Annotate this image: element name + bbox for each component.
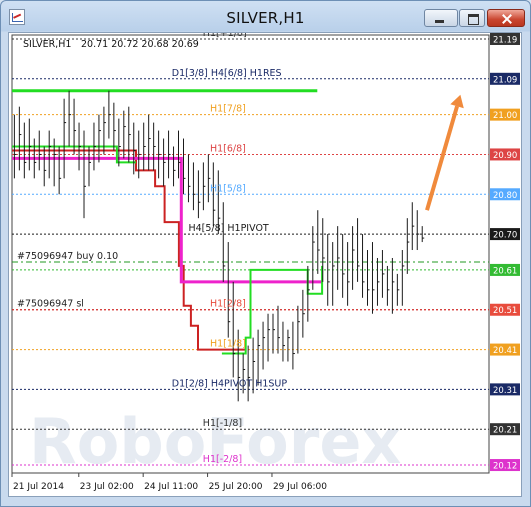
price-axis-label: 20.12 <box>493 462 517 472</box>
x-tick-label: 24 Jul 11:00 <box>144 482 198 492</box>
price-axis-label: 20.80 <box>493 191 517 201</box>
x-tick-label: 21 Jul 2014 <box>13 482 64 492</box>
level-label: H1[+1/8] <box>203 33 247 39</box>
price-axis-label: 20.61 <box>493 266 517 276</box>
level-label: H4[5/8] H1PIVOT <box>188 223 268 234</box>
level-label: H1[6/8] <box>210 143 246 154</box>
price-chart[interactable]: RoboForex H1[+1/8]D1[3/8] H4[6/8] H1RESH… <box>9 33 521 496</box>
price-axis-label: 20.90 <box>493 151 517 161</box>
level-labels: H1[+1/8] D1[3/8] H4[6/8] H1RES H1[7/8] H1[6… <box>17 33 287 465</box>
title-bar[interactable]: SILVER,H1 <box>1 1 530 33</box>
close-icon <box>488 10 524 26</box>
forecast-arrow <box>425 94 464 211</box>
indicator-lines <box>12 89 324 355</box>
price-axis-label: 21.09 <box>493 75 517 85</box>
level-label: D1[2/8] H4PIVOT H1SUP <box>172 378 288 389</box>
minimize-icon <box>425 10 457 26</box>
maximize-button[interactable] <box>459 9 485 27</box>
price-axis: 21.19 21.09 21.00 20.90 20.80 20.70 20.61 20.51… <box>490 33 520 472</box>
chart-area[interactable]: RoboForex H1[+1/8] D1[3/8] H4[6/8] H1RES H… <box>8 32 522 497</box>
price-axis-label: 20.31 <box>493 386 517 396</box>
level-label: D1[3/8] H4[6/8] H1RES <box>172 68 282 79</box>
order-label: #75096947 buy 0.10 <box>17 251 118 262</box>
level-label: H1[5/8] <box>210 183 246 194</box>
info-ohlc: 20.71 20.72 20.68 20.69 <box>81 39 199 50</box>
maximize-icon <box>460 10 484 26</box>
watermark: RoboForex <box>29 405 401 478</box>
price-axis-label: 20.70 <box>493 231 517 241</box>
x-tick-label: 29 Jul 06:00 <box>273 482 327 492</box>
info-symbol: SILVER,H1 <box>23 39 71 50</box>
price-axis-label: 20.51 <box>493 306 517 316</box>
price-axis-label: 21.19 <box>493 35 517 45</box>
level-label: H1[1/8] <box>210 339 246 350</box>
info-line: SILVER,H1 20.71 20.72 20.68 20.69 <box>23 39 199 50</box>
price-axis-label: 21.00 <box>493 111 517 121</box>
close-button[interactable] <box>487 9 525 27</box>
arrow-head <box>450 94 464 109</box>
level-label: H1[-2/8] <box>203 454 242 465</box>
price-axis-label: 20.41 <box>493 346 517 356</box>
level-label: H1[-1/8] <box>203 418 242 429</box>
level-label: H1[7/8] <box>210 104 246 115</box>
level-label: H1[2/8] <box>210 299 246 310</box>
x-tick-label: 23 Jul 02:00 <box>80 482 134 492</box>
x-tick-label: 25 Jul 20:00 <box>209 482 263 492</box>
indicator-series <box>12 156 323 284</box>
minimize-button[interactable] <box>424 9 458 27</box>
price-bars <box>13 90 425 402</box>
order-label: #75096947 sl <box>17 299 84 310</box>
price-axis-label: 20.21 <box>493 426 517 436</box>
